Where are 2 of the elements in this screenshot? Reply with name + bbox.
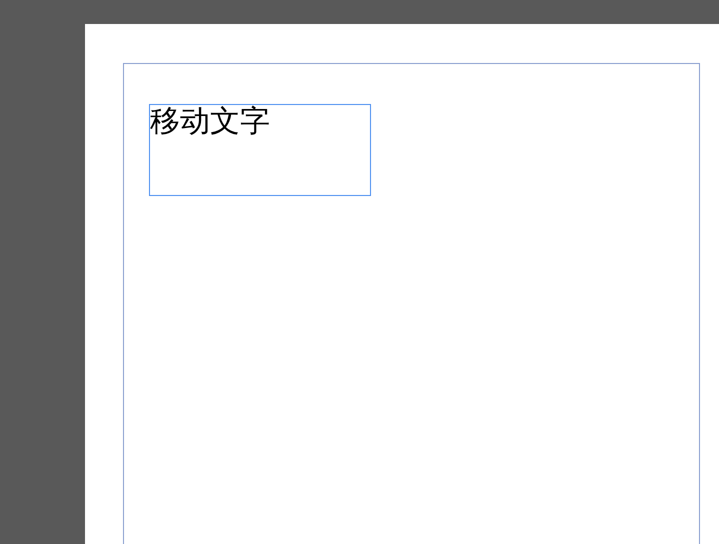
text-frame[interactable]: 移动文字 bbox=[149, 104, 371, 196]
frame-text: 移动文字 bbox=[150, 104, 270, 139]
